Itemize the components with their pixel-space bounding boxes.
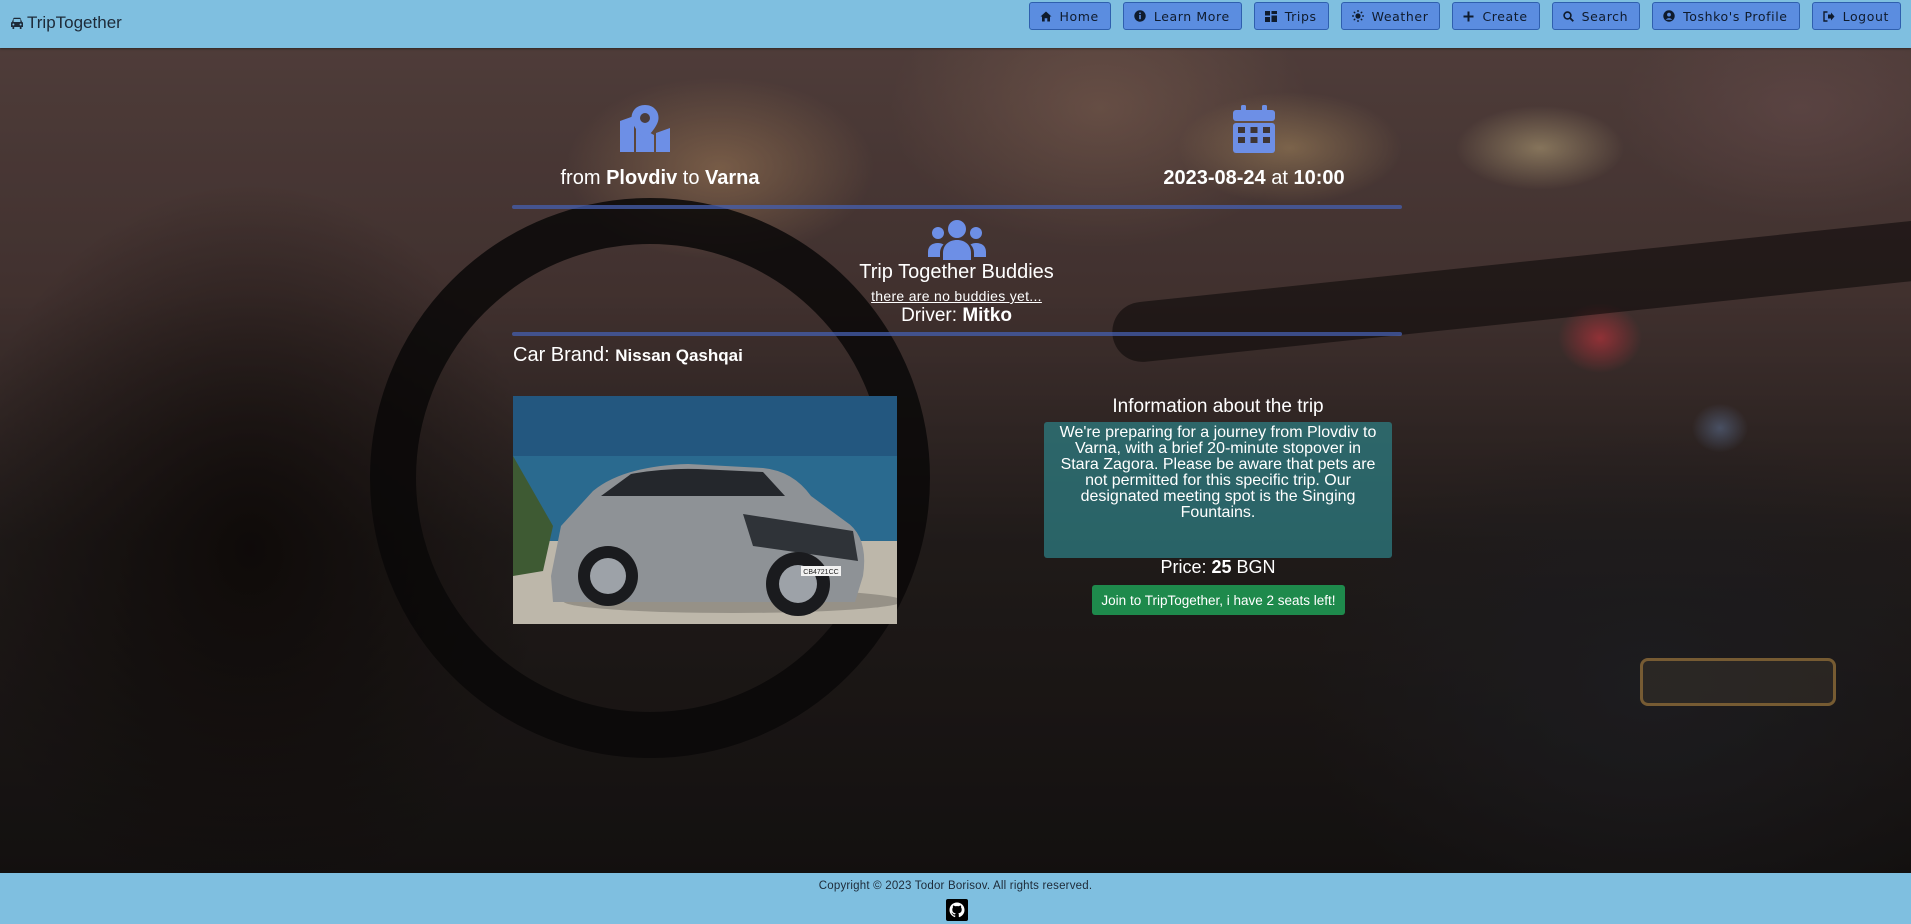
plus-icon [1463,11,1474,21]
info-icon [1134,10,1146,22]
main-nav: Home Learn More Trips Weather Create Sea… [1028,2,1901,30]
nav-weather-button[interactable]: Weather [1340,2,1441,30]
nav-home-button[interactable]: Home [1028,2,1111,30]
route-destination: Varna [705,167,760,189]
footer: Copyright © 2023 Todor Borisov. All righ… [0,873,1911,924]
car-photo: CB4721CC [513,396,897,624]
driver-info: Driver: Mitko [901,305,1012,326]
copyright-text: Copyright © 2023 Todor Borisov. All righ… [818,880,1093,892]
buddies-title: Trip Together Buddies [859,261,1054,283]
trip-price: Price: 25 BGN [1160,557,1276,577]
sun-icon [1351,10,1364,22]
calendar-icon [1233,105,1275,153]
home-icon [1040,11,1052,21]
trip-info-title: Information about the trip [1112,396,1324,417]
brand-name: TripTogether [27,13,122,32]
svg-text:CB4721CC: CB4721CC [803,569,838,576]
trip-description: We're preparing for a journey from Plovd… [1044,422,1392,558]
github-icon [949,902,965,918]
nav-logout-button[interactable]: Logout [1811,2,1901,30]
user-circle-icon [1663,10,1675,22]
map-location-icon [620,105,670,152]
price-amount: 25 [1211,557,1232,577]
section-divider [512,332,1402,336]
brand-link[interactable]: TripTogether [10,12,122,34]
nav-trips-button[interactable]: Trips [1253,2,1329,30]
github-link[interactable] [946,899,968,921]
car-icon [11,17,23,29]
driver-name: Mitko [962,305,1012,326]
grid-icon [1264,10,1277,22]
search-icon [1562,10,1574,22]
buddies-empty-link[interactable]: there are no buddies yet... [830,288,1083,304]
nav-learn-more-button[interactable]: Learn More [1122,2,1242,30]
trip-time: 10:00 [1293,167,1345,189]
trip-route: from Plovdiv to Varna [560,167,760,189]
top-navbar: TripTogether Home Learn More Trips Weath… [0,0,1911,48]
route-origin: Plovdiv [606,167,678,189]
hero-background [0,48,1911,873]
logout-icon [1822,10,1835,22]
users-icon [928,220,986,260]
trip-date: 2023-08-24 [1163,167,1266,189]
trip-datetime: 2023-08-24 at 10:00 [1163,167,1345,189]
nav-search-button[interactable]: Search [1551,2,1641,30]
car-brand-name: Nissan Qashqai [615,346,743,365]
nav-create-button[interactable]: Create [1452,2,1540,30]
section-divider [512,205,1402,209]
nav-profile-button[interactable]: Toshko's Profile [1652,2,1800,30]
car-brand: Car Brand: Nissan Qashqai [513,344,743,366]
join-trip-button[interactable]: Join to TripTogether, i have 2 seats lef… [1092,585,1345,615]
